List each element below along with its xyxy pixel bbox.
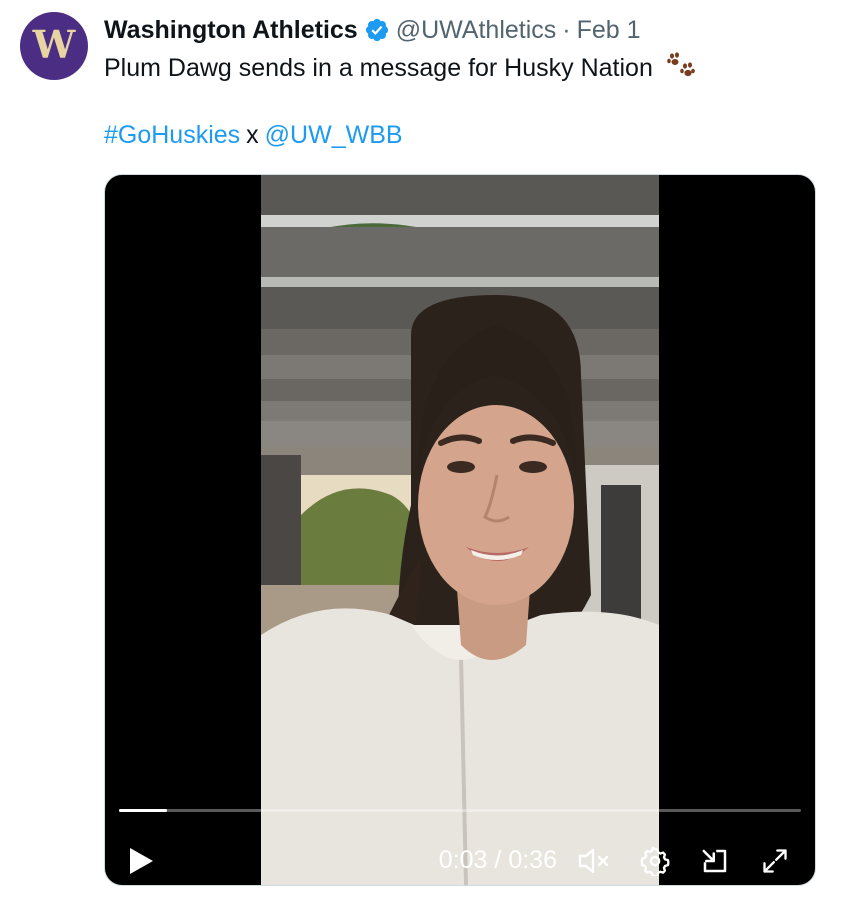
- author-handle[interactable]: @UWAthletics: [396, 13, 557, 47]
- svg-text:W: W: [32, 26, 77, 66]
- avatar[interactable]: W: [20, 12, 88, 80]
- video-controls: 0:03 / 0:36: [105, 789, 815, 885]
- tweet-date[interactable]: Feb 1: [577, 13, 641, 47]
- fullscreen-button[interactable]: [755, 841, 795, 881]
- tweet-tags: #GoHuskies x @UW_WBB: [104, 118, 403, 152]
- duration-time: 0:36: [508, 846, 557, 874]
- time-display: 0:03 / 0:36: [439, 845, 557, 875]
- video-player[interactable]: 0:03 / 0:36: [104, 174, 816, 886]
- tweet-header: Washington Athletics @UWAthletics · Feb …: [104, 13, 641, 47]
- progress-bar-fill: [119, 809, 167, 812]
- verified-badge-icon[interactable]: [364, 17, 390, 43]
- joiner-text: x: [246, 121, 259, 149]
- progress-bar[interactable]: [119, 809, 801, 812]
- uw-logo-icon: W: [32, 26, 77, 66]
- tweet-text: Plum Dawg sends in a message for Husky N…: [104, 51, 696, 85]
- mute-button[interactable]: [575, 841, 615, 881]
- fullscreen-icon: [763, 849, 787, 873]
- author-name[interactable]: Washington Athletics: [104, 13, 358, 47]
- gear-icon: [640, 846, 670, 876]
- muted-speaker-icon: [578, 848, 609, 874]
- paw-prints-icon: [667, 52, 695, 77]
- current-time: 0:03: [438, 846, 488, 874]
- play-button[interactable]: [119, 839, 163, 883]
- separator-dot: ·: [562, 16, 571, 44]
- video-frame[interactable]: [261, 175, 659, 885]
- settings-button[interactable]: [635, 841, 675, 881]
- mention-link[interactable]: @UW_WBB: [265, 121, 403, 149]
- video-still-image: [261, 175, 659, 885]
- picture-in-picture-icon: [702, 849, 727, 873]
- play-icon: [130, 848, 153, 874]
- hashtag-link[interactable]: #GoHuskies: [104, 121, 240, 149]
- picture-in-picture-button[interactable]: [695, 841, 735, 881]
- time-separator: /: [494, 846, 509, 874]
- tweet-text-body: Plum Dawg sends in a message for Husky N…: [104, 54, 653, 82]
